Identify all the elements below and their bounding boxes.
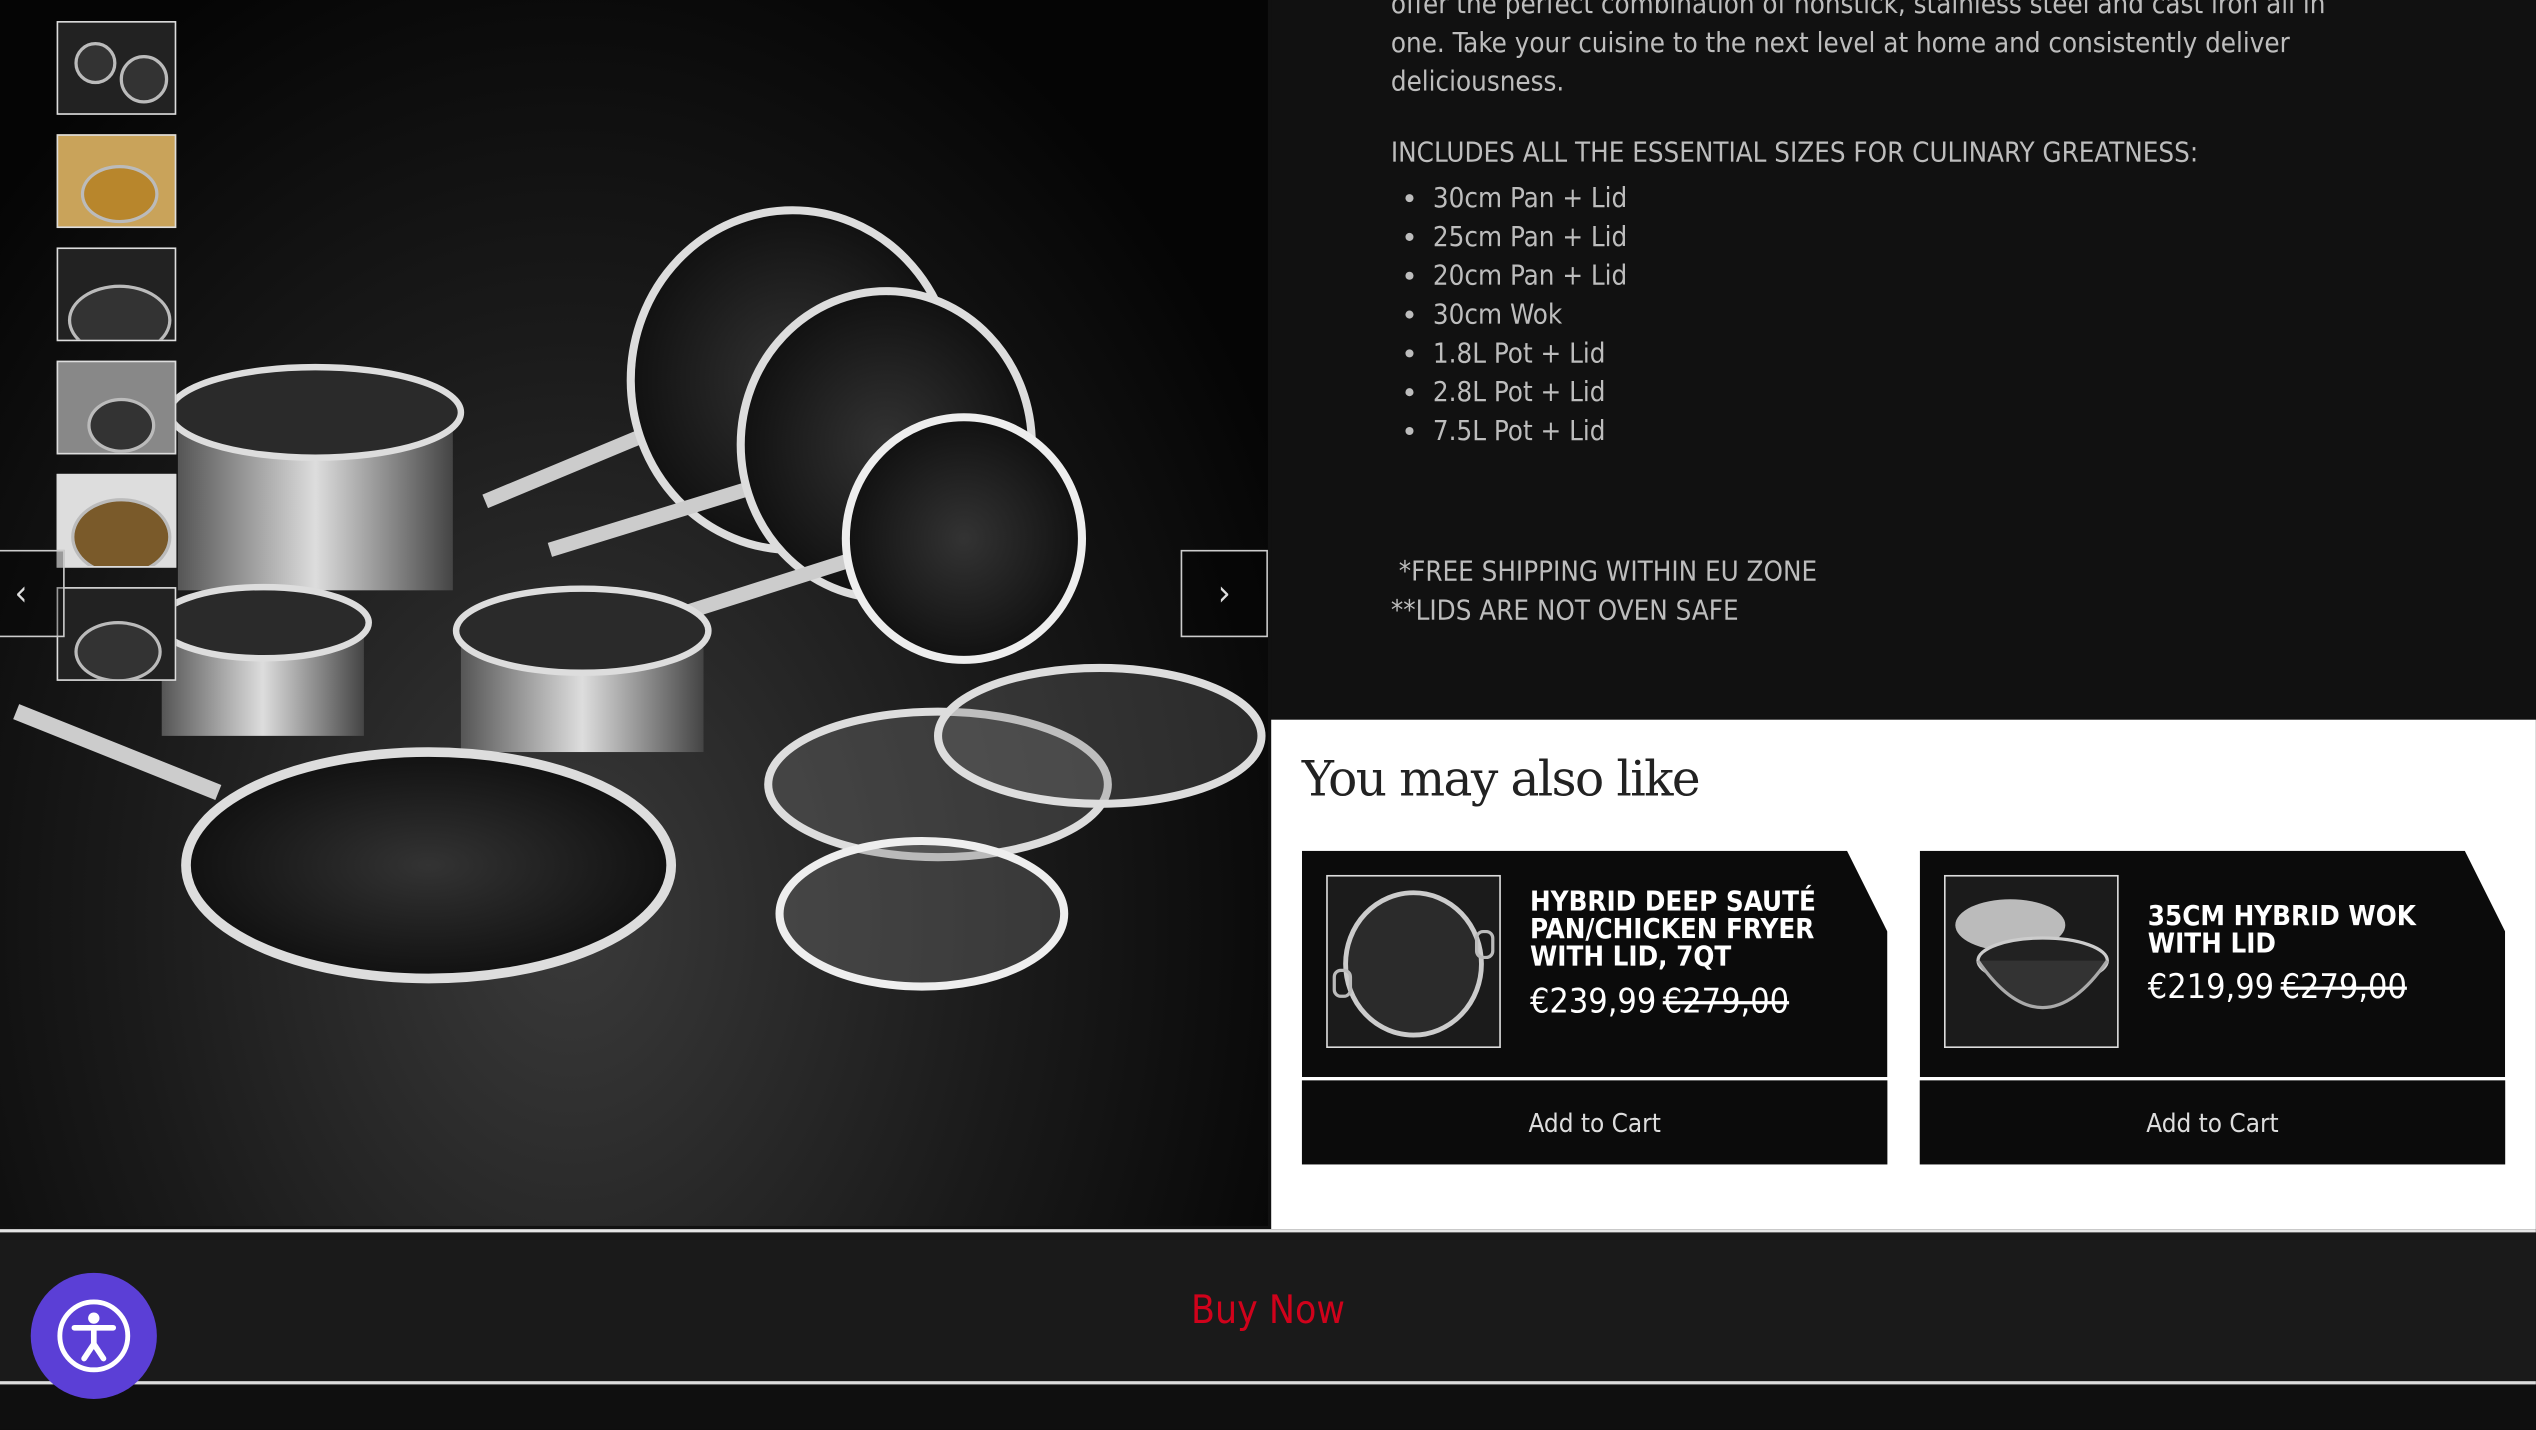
- sticky-buy-bar: Buy Now: [0, 1229, 2536, 1385]
- size-item: 30cm Pan + Lid: [1433, 180, 1627, 219]
- product-thumbnail[interactable]: [1943, 874, 2119, 1049]
- intro-line: deliciousness.: [1390, 66, 1565, 99]
- thumbnail-1[interactable]: [56, 21, 177, 115]
- size-item: 1.8L Pot + Lid: [1433, 335, 1627, 374]
- size-item: 7.5L Pot + Lid: [1433, 412, 1627, 451]
- product-thumbnail[interactable]: [1326, 874, 1501, 1049]
- thumbnail-5[interactable]: [56, 473, 177, 568]
- accessibility-icon: [57, 1299, 131, 1373]
- thumbnail-3[interactable]: [56, 247, 177, 342]
- product-description: offer the perfect combination of nonstic…: [1271, 0, 2536, 720]
- product-card-link[interactable]: 35CM HYBRID WOK WITH LID €219,99 €279,00: [1919, 850, 2506, 1078]
- sizes-list: 30cm Pan + Lid 25cm Pan + Lid 20cm Pan +…: [1391, 180, 1627, 452]
- chevron-right-icon: ›: [1217, 573, 1231, 614]
- add-to-cart-button[interactable]: Add to Cart: [1919, 1080, 2506, 1165]
- product-title[interactable]: HYBRID DEEP SAUTÉ PAN/CHICKEN FRYER WITH…: [1530, 889, 1862, 972]
- gallery-next-button[interactable]: ›: [1180, 549, 1268, 638]
- size-item: 20cm Pan + Lid: [1433, 257, 1627, 296]
- sizes-heading: INCLUDES ALL THE ESSENTIAL SIZES FOR CUL…: [1390, 137, 2199, 170]
- intro-line: offer the perfect combination of nonstic…: [1390, 0, 2326, 22]
- product-price: €239,99 €279,00: [1530, 982, 1789, 1021]
- product-card: HYBRID DEEP SAUTÉ PAN/CHICKEN FRYER WITH…: [1301, 850, 1888, 1165]
- recommendations-heading: You may also like: [1301, 752, 1701, 809]
- chevron-left-icon: ‹: [14, 573, 28, 614]
- thumbnail-6[interactable]: [56, 587, 177, 681]
- thumbnail-2[interactable]: [56, 134, 177, 229]
- product-card: 35CM HYBRID WOK WITH LID €219,99 €279,00 …: [1919, 850, 2506, 1165]
- product-price: €219,99 €279,00: [2148, 967, 2407, 1006]
- lids-note: **LIDS ARE NOT OVEN SAFE: [1390, 595, 1739, 628]
- add-to-cart-button[interactable]: Add to Cart: [1301, 1080, 1888, 1165]
- shipping-note: *FREE SHIPPING WITHIN EU ZONE: [1390, 556, 1818, 589]
- recommendations-section: You may also like HYBRID DEEP SAUTÉ PAN/…: [1271, 719, 2536, 1230]
- compare-price: €279,00: [1662, 981, 1790, 1021]
- accessibility-button[interactable]: [30, 1272, 157, 1399]
- description-intro: offer the perfect combination of nonstic…: [1391, 0, 2426, 102]
- product-card-link[interactable]: HYBRID DEEP SAUTÉ PAN/CHICKEN FRYER WITH…: [1301, 850, 1888, 1078]
- thumbnail-list: [56, 21, 177, 700]
- size-item: 30cm Wok: [1433, 296, 1627, 335]
- size-item: 2.8L Pot + Lid: [1433, 374, 1627, 413]
- size-item: 25cm Pan + Lid: [1433, 218, 1627, 257]
- product-main-image: [13, 206, 1266, 991]
- sale-price: €239,99: [1529, 981, 1657, 1021]
- sale-price: €219,99: [2147, 967, 2275, 1006]
- buy-now-button[interactable]: Buy Now: [0, 1287, 2536, 1332]
- product-title[interactable]: 35CM HYBRID WOK WITH LID: [2148, 903, 2480, 959]
- thumbnail-4[interactable]: [56, 360, 177, 455]
- gallery-prev-button[interactable]: ‹: [0, 549, 65, 638]
- footer-pattern: [0, 1386, 2536, 1430]
- product-image-gallery[interactable]: ‹ ›: [0, 0, 1268, 1226]
- intro-line: one. Take your cuisine to the next level…: [1390, 27, 2290, 60]
- compare-price: €279,00: [2280, 967, 2407, 1006]
